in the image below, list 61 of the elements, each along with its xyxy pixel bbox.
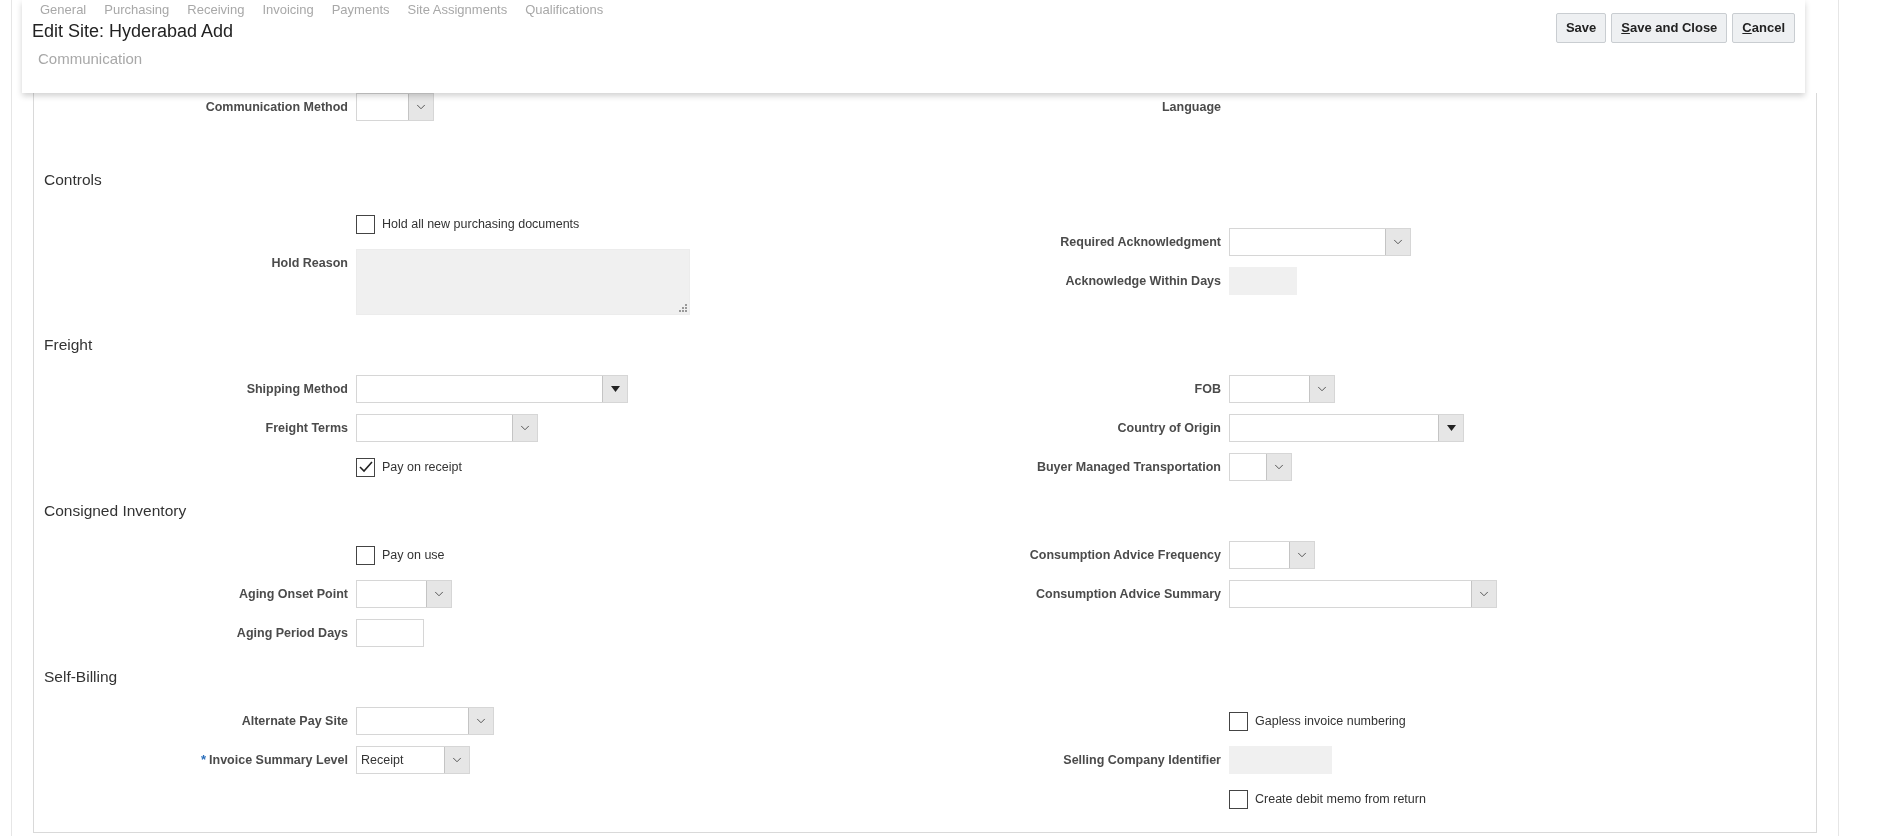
field-label: Required Acknowledgment [1060,233,1221,251]
checkbox[interactable] [1229,711,1248,731]
background-tab-label: Site Assignments [407,1,508,20]
field-label: FOB [1194,380,1221,398]
select-field[interactable] [1229,453,1292,481]
checkbox[interactable] [1229,789,1248,809]
background-tab-label: Qualifications [525,1,604,20]
section-heading: Freight [43,335,94,356]
select-field[interactable] [356,93,434,121]
section-heading: Self-Billing [43,667,119,688]
field-label: Consumption Advice Frequency [1029,546,1221,564]
field-label: Buyer Managed Transportation [1036,458,1221,476]
background-section-heading: Communication [37,49,144,69]
field-label: Consumption Advice Summary [1036,585,1221,603]
page-title: Edit Site: Hyderabad Add [32,19,234,43]
select-field[interactable] [1229,414,1464,442]
dropdown-triangle-icon [610,386,620,392]
checkbox[interactable] [356,545,375,565]
field-label: Communication Method [205,98,348,116]
checkbox-label: Hold all new purchasing documents [382,215,580,233]
field-label: Freight Terms [265,419,348,437]
select-field[interactable] [1229,580,1497,608]
section-heading: Consigned Inventory [43,501,188,522]
checkbox-label: Create debit memo from return [1255,790,1426,808]
checkbox[interactable] [356,457,375,477]
toolbar-button[interactable]: Save [1555,13,1607,43]
checkbox-label: Pay on use [382,546,445,564]
select-field[interactable] [1229,228,1411,256]
section-heading: Controls [43,170,103,191]
field-label: Shipping Method [246,380,348,398]
select-field[interactable] [356,375,628,403]
checkbox[interactable] [356,214,375,234]
select-field[interactable] [1229,541,1315,569]
select-field[interactable] [356,414,538,442]
resize-grip-icon [678,303,687,312]
checkbox-label: Gapless invoice numbering [1255,712,1406,730]
field-label: Selling Company Identifier [1063,751,1221,769]
select-field[interactable] [356,580,452,608]
background-tab-label: General [40,1,87,20]
required-mark: * [201,751,207,770]
text-field[interactable] [356,619,424,647]
field-label: Invoice Summary Level [209,751,348,769]
field-label: Aging Period Days [236,624,348,642]
background-tab-label: Purchasing [104,1,170,20]
select-field[interactable] [356,707,494,735]
background-tab-label: Payments [331,1,390,20]
field-label: Aging Onset Point [238,585,348,603]
field-label: Hold Reason [271,254,348,272]
toolbar-button[interactable]: Cancel [1732,13,1795,43]
field-label: Acknowledge Within Days [1065,272,1221,290]
select-field[interactable]: Receipt [356,746,470,774]
select-field[interactable] [1229,375,1335,403]
checkbox-label: Pay on receipt [382,458,462,476]
field-label: Alternate Pay Site [241,712,348,730]
background-tab-label: Invoicing [262,1,314,20]
background-tab-label: Receiving [187,1,245,20]
toolbar-button[interactable]: Save and Close [1611,13,1728,43]
checkmark-icon [358,461,373,473]
field-label: Language [1161,98,1221,116]
dropdown-triangle-icon [1446,425,1456,431]
field-label: Country of Origin [1117,419,1221,437]
